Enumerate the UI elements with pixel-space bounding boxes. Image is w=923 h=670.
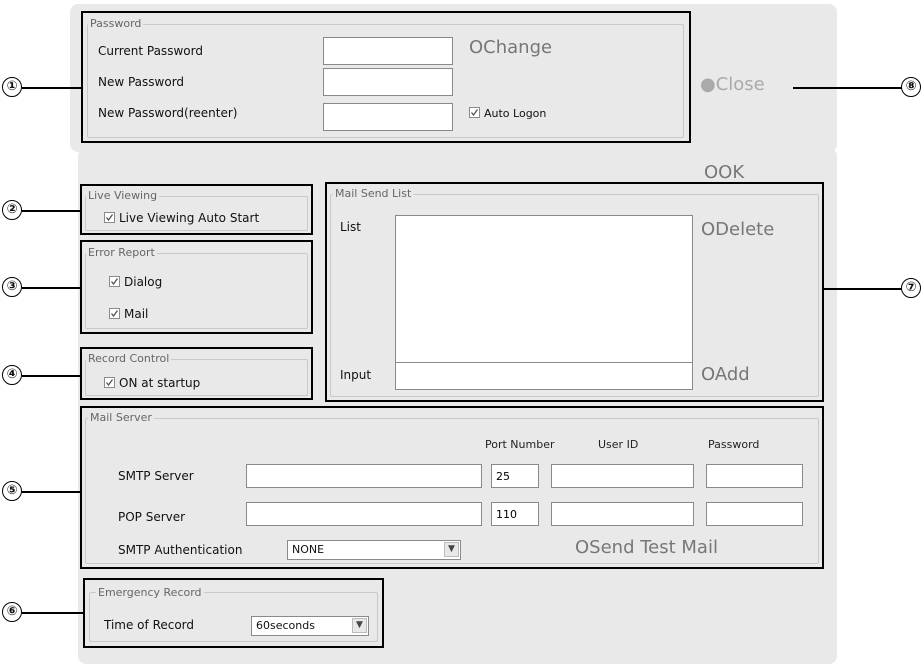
callout-3: ③ [2, 277, 22, 297]
on-at-startup-check-icon[interactable] [104, 377, 115, 388]
callout-2: ② [2, 200, 22, 220]
smtp-authentication-value: NONE [292, 543, 325, 556]
callout-5: ⑤ [2, 481, 22, 501]
callout-5-leader [22, 491, 81, 493]
on-at-startup-label: ON at startup [119, 376, 201, 390]
password-column-header: Password [708, 438, 760, 451]
close-button[interactable]: ●Close [700, 75, 765, 95]
pop-server-label: POP Server [118, 510, 186, 524]
callout-1-leader [22, 87, 82, 89]
on-at-startup-checkbox[interactable]: ON at startup [104, 376, 200, 390]
input-label: Input [340, 368, 372, 382]
user-id-column-header: User ID [598, 438, 639, 451]
error-report-mail-checkbox[interactable]: Mail [109, 307, 148, 321]
time-of-record-label: Time of Record [104, 618, 195, 632]
error-report-mail-label: Mail [124, 307, 149, 321]
new-password-input[interactable] [323, 68, 453, 96]
delete-button[interactable]: ODelete [701, 220, 774, 240]
mail-address-input[interactable] [395, 362, 693, 390]
time-of-record-value: 60seconds [256, 619, 315, 632]
change-password-button[interactable]: OChange [469, 38, 552, 58]
error-report-dialog-label: Dialog [124, 275, 163, 289]
record-control-group-title: Record Control [86, 352, 172, 365]
chevron-down-icon[interactable]: ▼ [444, 542, 459, 557]
auto-logon-checkbox[interactable]: Auto Logon [469, 107, 546, 121]
smtp-password-input[interactable] [706, 464, 803, 488]
callout-7: ⑦ [901, 278, 921, 298]
list-label: List [340, 220, 361, 234]
callout-3-leader [22, 287, 81, 289]
error-report-dialog-checkbox[interactable]: Dialog [109, 275, 162, 289]
add-button[interactable]: OAdd [701, 365, 750, 385]
current-password-input[interactable] [323, 37, 453, 65]
ok-button[interactable]: OOK [704, 163, 744, 183]
mail-send-list-group-title: Mail Send List [333, 187, 414, 200]
callout-6: ⑥ [2, 602, 22, 622]
port-number-column-header: Port Number [485, 438, 555, 451]
auto-logon-check-icon[interactable] [469, 107, 480, 118]
send-test-mail-button[interactable]: OSend Test Mail [575, 538, 718, 558]
auto-logon-label: Auto Logon [484, 107, 547, 120]
smtp-authentication-label: SMTP Authentication [118, 543, 243, 557]
callout-1: ① [2, 77, 22, 97]
time-of-record-select[interactable]: 60seconds ▼ [251, 616, 369, 636]
current-password-label: Current Password [98, 44, 203, 58]
reenter-password-label: New Password(reenter) [98, 106, 238, 120]
smtp-server-input[interactable] [246, 464, 482, 488]
mail-check-icon[interactable] [109, 308, 120, 319]
smtp-authentication-select[interactable]: NONE ▼ [287, 540, 461, 560]
error-report-group-title: Error Report [86, 246, 157, 259]
live-viewing-check-icon[interactable] [104, 212, 115, 223]
new-password-label: New Password [98, 75, 185, 89]
mail-server-group-title: Mail Server [88, 411, 154, 424]
password-group-title: Password [88, 17, 144, 30]
dialog-check-icon[interactable] [109, 276, 120, 287]
callout-8: ⑧ [901, 77, 921, 97]
smtp-user-id-input[interactable] [551, 464, 694, 488]
emergency-record-group-title: Emergency Record [96, 586, 204, 599]
reenter-password-input[interactable] [323, 103, 453, 131]
mail-send-listbox[interactable] [395, 215, 693, 379]
smtp-port-input[interactable] [491, 464, 539, 488]
callout-8-leader [793, 87, 903, 89]
callout-2-leader [22, 210, 81, 212]
live-viewing-auto-start-label: Live Viewing Auto Start [119, 211, 260, 225]
pop-port-input[interactable] [491, 502, 539, 526]
chevron-down-icon[interactable]: ▼ [352, 618, 367, 633]
callout-6-leader [22, 612, 84, 614]
pop-user-id-input[interactable] [551, 502, 694, 526]
live-viewing-auto-start-checkbox[interactable]: Live Viewing Auto Start [104, 211, 259, 225]
smtp-server-label: SMTP Server [118, 469, 194, 483]
live-viewing-group-title: Live Viewing [86, 189, 160, 202]
pop-password-input[interactable] [706, 502, 803, 526]
callout-7-leader [823, 288, 903, 290]
callout-4: ④ [2, 365, 22, 385]
callout-4-leader [22, 375, 81, 377]
pop-server-input[interactable] [246, 502, 482, 526]
